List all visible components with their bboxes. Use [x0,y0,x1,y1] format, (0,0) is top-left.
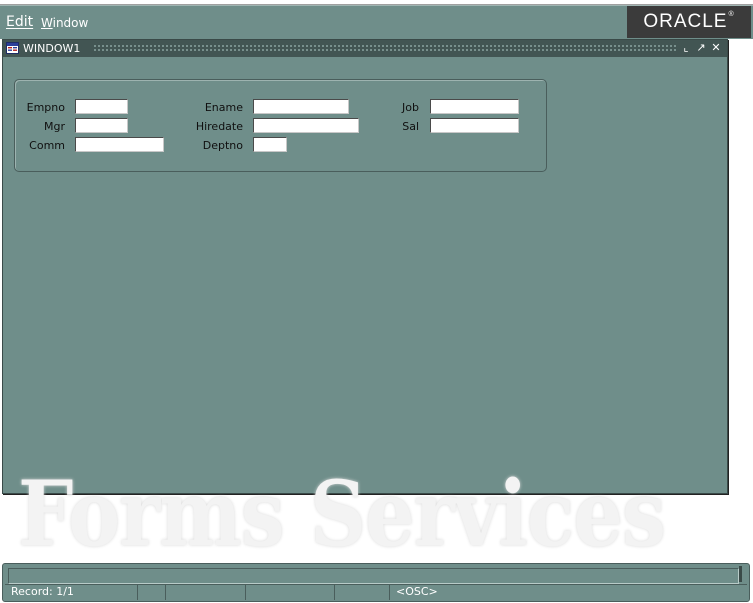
oracle-logo-text: ORACLE [643,11,734,33]
label-deptno: Deptno [202,139,243,152]
label-ename: Ename [204,101,243,114]
window-title: WINDOW1 [23,42,81,55]
window1: WINDOW1 ⌞ ↗ ✕ Empno Ename Job Mgr Hireda… [2,39,728,494]
ename-field[interactable] [253,99,349,114]
label-empno: Empno [26,101,65,114]
menu-window[interactable]: Window [41,16,88,30]
mgr-field[interactable] [75,118,128,133]
sal-field[interactable] [430,118,519,133]
status-cells: Record: 1/1 <OSC> [5,584,747,600]
deptno-field[interactable] [253,137,287,152]
label-comm: Comm [29,139,65,152]
maximize-icon[interactable]: ↗ [695,42,707,54]
menu-bar: Edit Window ORACLE [0,5,753,39]
status-cell-2 [138,584,166,600]
close-icon[interactable]: ✕ [710,42,722,54]
status-record: Record: 1/1 [5,584,138,600]
job-field[interactable] [430,99,519,114]
comm-field[interactable] [75,137,164,152]
status-cell-5 [335,584,390,600]
label-sal: Sal [402,120,419,133]
status-bar: Record: 1/1 <OSC> [2,563,750,602]
forms-window-icon [6,42,19,54]
label-hiredate: Hiredate [195,120,243,133]
status-osc: <OSC> [390,584,747,600]
menu-window-label: indow [52,16,89,30]
hiredate-field[interactable] [253,118,359,133]
window-titlebar[interactable]: WINDOW1 ⌞ ↗ ✕ [3,40,727,57]
status-message [8,568,739,584]
titlebar-pattern [93,44,678,53]
empno-field[interactable] [75,99,128,114]
minimize-icon[interactable]: ⌞ [680,42,692,54]
forms-services-watermark: Forms Services [18,461,666,567]
status-cell-4 [246,584,335,600]
label-mgr: Mgr [44,120,65,133]
menu-window-mnemonic: W [41,16,53,30]
label-job: Job [402,101,419,114]
status-cell-3 [166,584,246,600]
menu-edit[interactable]: Edit [6,14,33,30]
oracle-logo: ORACLE [627,6,751,38]
status-resize-handle [739,566,742,582]
